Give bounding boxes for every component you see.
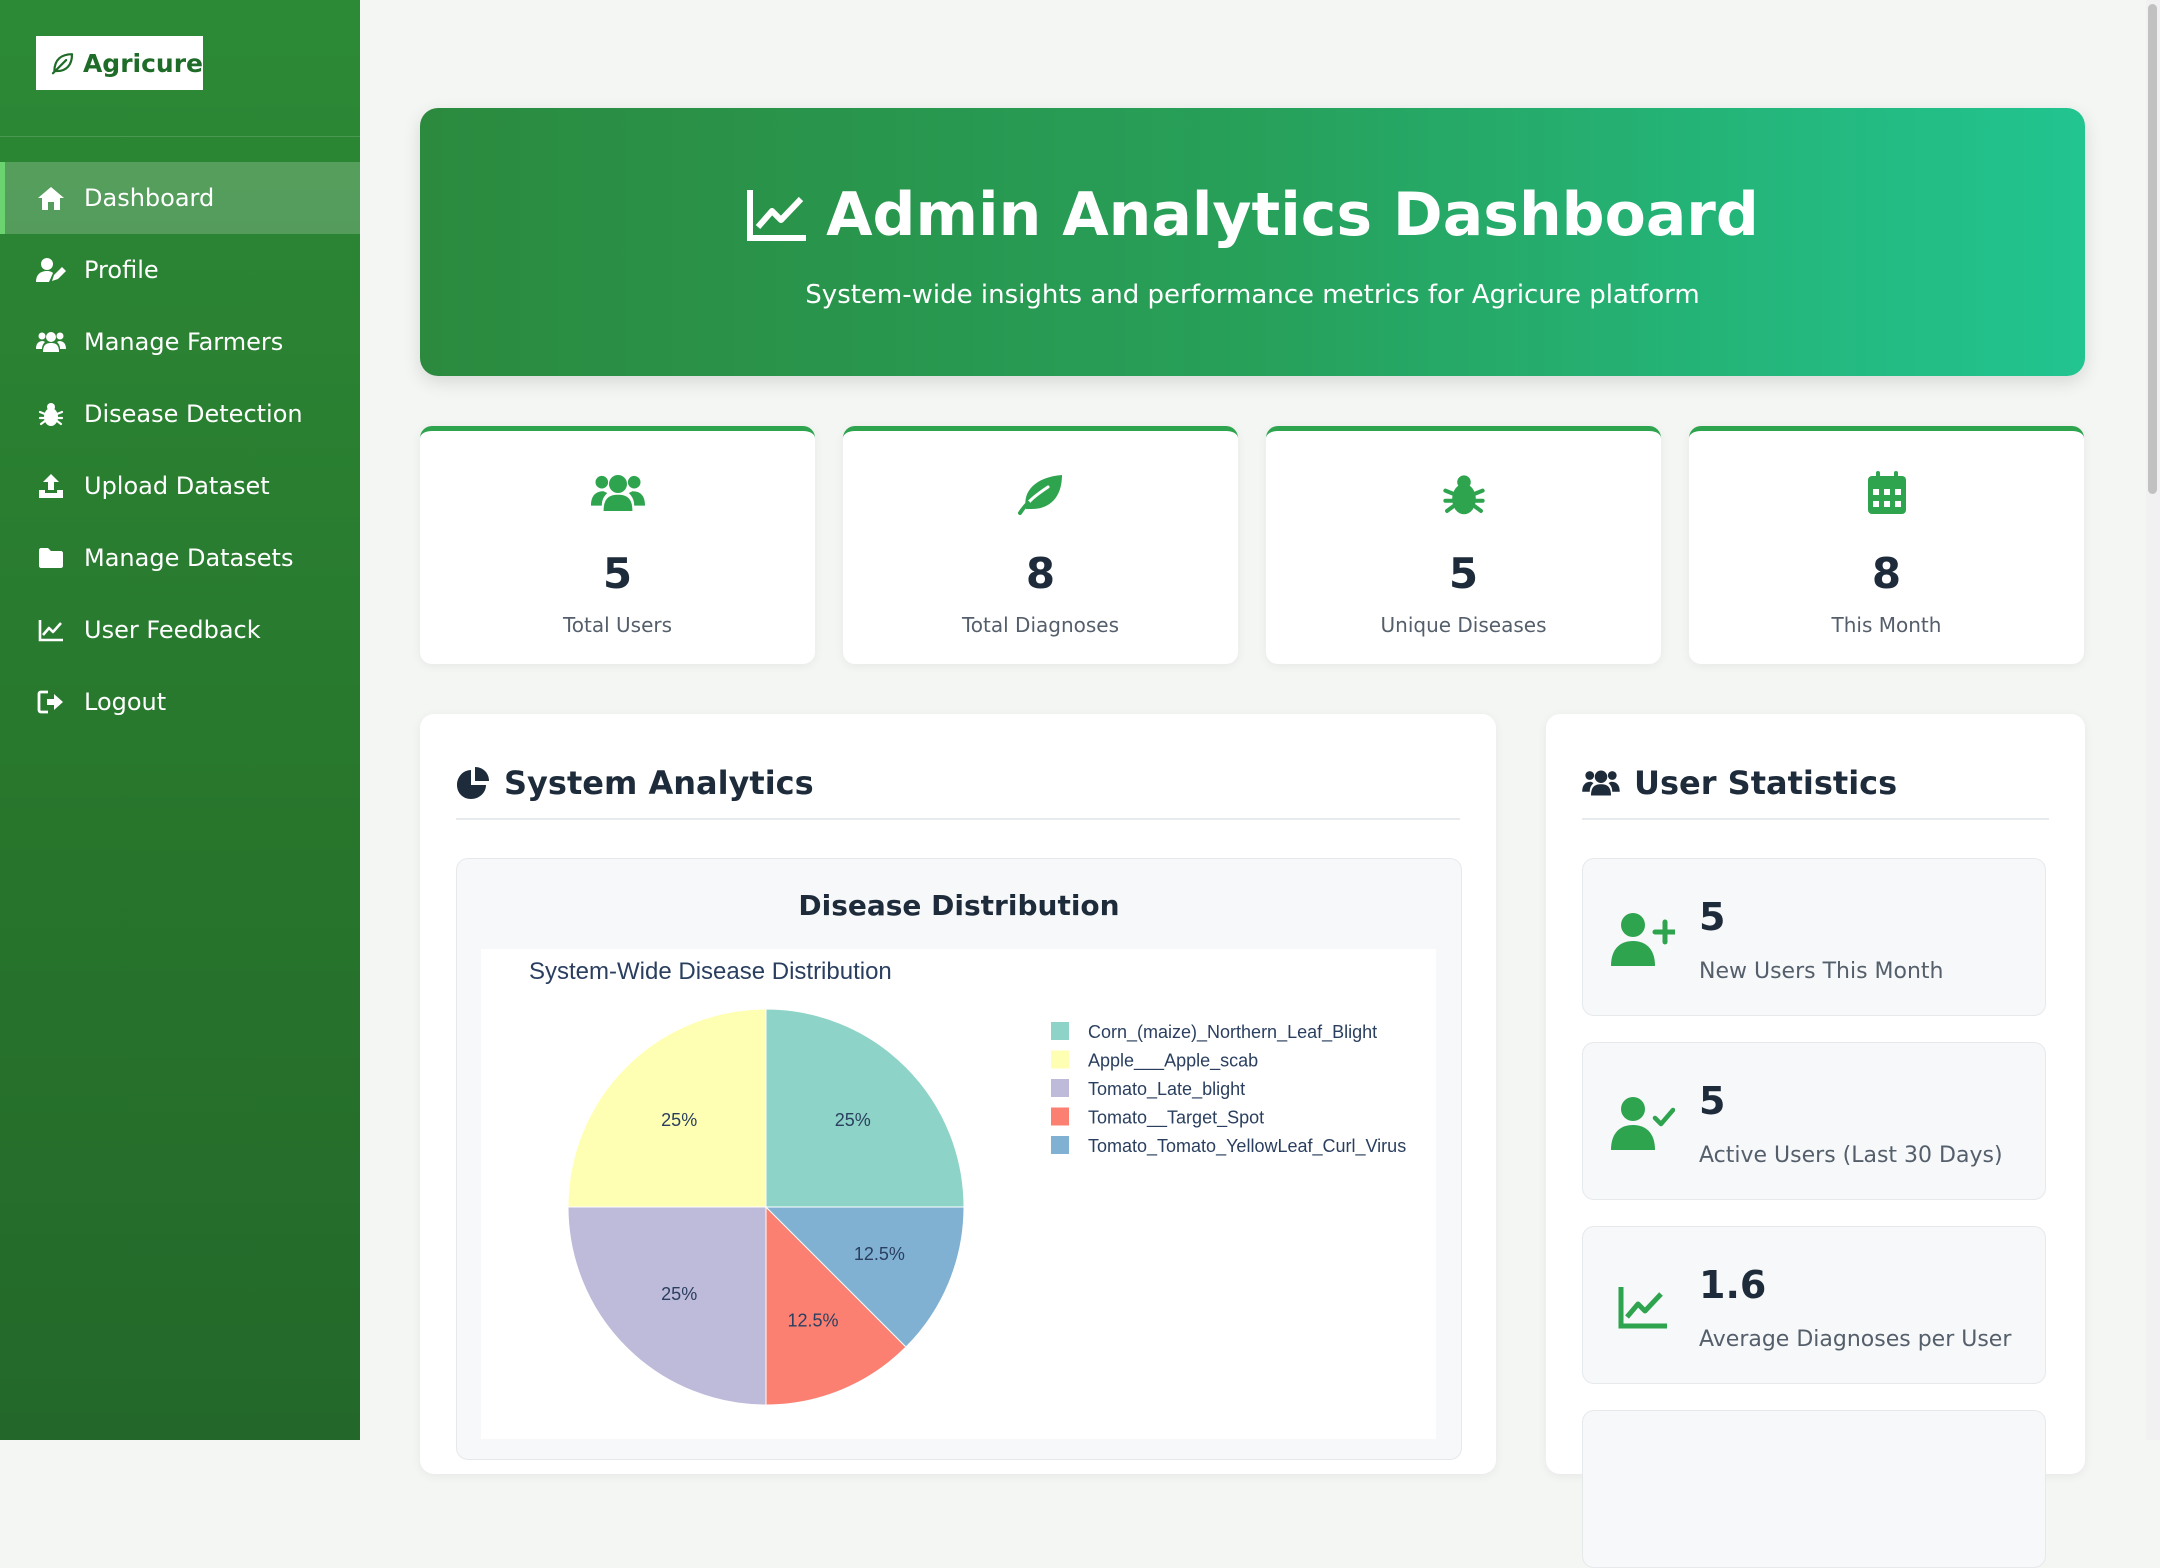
legend-swatch (1051, 1107, 1069, 1126)
user-stat-label: New Users This Month (1699, 959, 1944, 984)
sidebar-item-label: Disease Detection (84, 400, 303, 428)
sidebar-item-label: Logout (84, 688, 167, 716)
sidebar-item-label: User Feedback (84, 616, 261, 644)
scrollbar-thumb[interactable] (2148, 4, 2157, 494)
pie-slice[interactable] (765, 1008, 965, 1208)
user-plus-icon (1611, 913, 1675, 966)
stats-row: 5 Total Users 8 Total Diagnoses 5 Unique… (420, 426, 2085, 664)
page-subtitle: System-wide insights and performance met… (805, 280, 1700, 310)
stat-label: Unique Diseases (1380, 613, 1547, 637)
sidebar: Agricure Dashboard Profile Manage Farmer… (0, 0, 360, 1440)
sidebar-item-label: Profile (84, 256, 159, 284)
chart-heading: Disease Distribution (798, 889, 1120, 922)
folder-icon (36, 543, 66, 573)
sidebar-nav: Dashboard Profile Manage Farmers Disease… (0, 162, 360, 738)
legend-label[interactable]: Apple___Apple_scab (1088, 1051, 1258, 1072)
sidebar-item-label: Manage Farmers (84, 328, 284, 356)
home-icon (36, 183, 66, 213)
sidebar-item-disease-detection[interactable]: Disease Detection (0, 378, 360, 450)
pie-slice[interactable] (567, 1008, 767, 1208)
legend-swatch (1051, 1050, 1069, 1069)
stat-label: Total Users (562, 613, 673, 637)
calendar-icon (1867, 471, 1906, 514)
user-stat-card-active-users: 5 Active Users (Last 30 Days) (1582, 1042, 2046, 1200)
panel-title: System Analytics (456, 764, 814, 802)
user-stat-card-partial (1582, 1410, 2046, 1568)
stat-card-this-month: 8 This Month (1689, 426, 2084, 664)
sidebar-divider (0, 136, 360, 137)
pie-slice-label: 25% (661, 1110, 697, 1130)
users-icon (36, 327, 66, 357)
sidebar-item-upload-dataset[interactable]: Upload Dataset (0, 450, 360, 522)
upload-icon (36, 471, 66, 501)
users-icon (1582, 770, 1620, 796)
stat-value: 5 (1448, 549, 1479, 598)
sidebar-item-user-feedback[interactable]: User Feedback (0, 594, 360, 666)
brand-logo[interactable]: Agricure (36, 36, 203, 90)
legend-swatch (1051, 1022, 1069, 1040)
panel-divider (1582, 818, 2049, 820)
pie-chart[interactable]: System-Wide Disease Distribution 25% 25% 2… (481, 949, 1436, 1439)
legend-swatch (1051, 1079, 1069, 1097)
sidebar-item-profile[interactable]: Profile (0, 234, 360, 306)
pie-slice-label: 12.5% (854, 1244, 905, 1264)
scrollbar[interactable] (2146, 0, 2160, 1440)
sidebar-item-dashboard[interactable]: Dashboard (0, 162, 360, 234)
pie-slice-label: 25% (661, 1284, 697, 1304)
stat-label: This Month (1831, 613, 1942, 637)
stat-card-total-diagnoses: 8 Total Diagnoses (843, 426, 1238, 664)
user-stat-value: 5 (1699, 895, 1726, 939)
logout-icon (36, 687, 66, 717)
pie-chart-icon (457, 767, 489, 799)
pie-slice[interactable] (567, 1206, 767, 1406)
user-stat-label: Active Users (Last 30 Days) (1699, 1143, 2003, 1168)
sidebar-item-label: Manage Datasets (84, 544, 294, 572)
sidebar-item-label: Dashboard (84, 184, 215, 212)
pie-slice-label: 12.5% (787, 1310, 838, 1330)
user-stat-value: 1.6 (1699, 1263, 1767, 1307)
legend-label[interactable]: Tomato_Tomato_YellowLeaf_Curl_Virus (1088, 1136, 1406, 1157)
stat-value: 8 (1871, 549, 1902, 598)
panel-divider (456, 818, 1460, 820)
brand-name: Agricure (82, 48, 203, 78)
stat-value: 5 (602, 549, 633, 598)
leaf-logo-icon (51, 53, 74, 75)
sidebar-item-logout[interactable]: Logout (0, 666, 360, 738)
users-icon (590, 475, 645, 511)
user-statistics-panel: User Statistics 5 New Users This Month 5… (1546, 714, 2085, 1568)
stat-card-total-users: 5 Total Users (420, 426, 815, 664)
user-check-icon (1611, 1097, 1675, 1150)
user-stat-card-average-diagnoses: 1.6 Average Diagnoses per User (1582, 1226, 2046, 1384)
system-analytics-panel: System Analytics Disease Distribution Sy… (420, 714, 1496, 1474)
chart-line-icon (747, 190, 807, 241)
bug-icon (36, 399, 66, 429)
chart-title: System-Wide Disease Distribution (529, 958, 892, 985)
legend-label[interactable]: Tomato_Late_blight (1088, 1079, 1245, 1100)
sidebar-item-label: Upload Dataset (84, 472, 270, 500)
user-stat-label: Average Diagnoses per User (1699, 1327, 2012, 1352)
legend-label[interactable]: Corn_(maize)_Northern_Leaf_Blight (1088, 1022, 1377, 1043)
leaf-icon (1017, 475, 1062, 515)
main-content: Admin Analytics Dashboard System-wide in… (360, 0, 2150, 1568)
bug-icon (1442, 475, 1485, 515)
legend-swatch (1051, 1136, 1069, 1154)
user-edit-icon (36, 255, 66, 285)
hero-banner: Admin Analytics Dashboard System-wide in… (420, 108, 2085, 376)
chart-line-icon (36, 615, 66, 645)
chart-line-icon (1618, 1287, 1667, 1329)
stat-card-unique-diseases: 5 Unique Diseases (1266, 426, 1661, 664)
chart-card: Disease Distribution System-Wide Disease… (456, 858, 1462, 1460)
legend-label[interactable]: Tomato__Target_Spot (1088, 1108, 1264, 1129)
user-stat-value: 5 (1699, 1079, 1726, 1123)
sidebar-item-manage-datasets[interactable]: Manage Datasets (0, 522, 360, 594)
stat-label: Total Diagnoses (961, 613, 1120, 637)
sidebar-item-manage-farmers[interactable]: Manage Farmers (0, 306, 360, 378)
page-title: Admin Analytics Dashboard (420, 180, 2085, 250)
pie-chart-svg: System-Wide Disease Distribution 25% 25% 2… (529, 958, 1406, 1406)
user-stat-card-new-users: 5 New Users This Month (1582, 858, 2046, 1016)
pie-slice-label: 25% (835, 1110, 871, 1130)
stat-value: 8 (1025, 549, 1056, 598)
panel-title: User Statistics (1582, 764, 1897, 802)
